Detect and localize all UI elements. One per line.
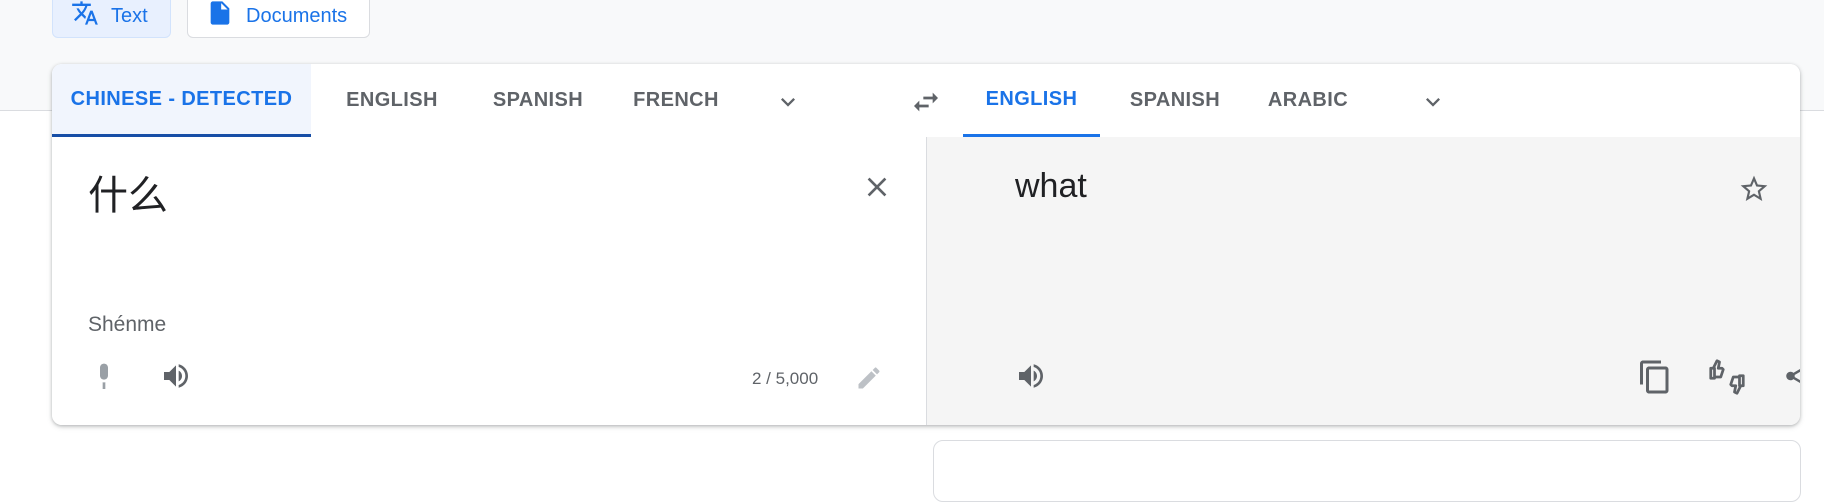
source-transliteration: Shénme (88, 313, 167, 336)
source-lang-french[interactable]: FRENCH (614, 64, 738, 137)
text-mode-button[interactable]: Text (52, 0, 171, 38)
target-lang-spanish[interactable]: SPANISH (1114, 64, 1236, 137)
source-more-languages-chevron-down-icon[interactable] (774, 88, 802, 116)
target-lang-arabic[interactable]: ARABIC (1250, 64, 1366, 137)
documents-mode-button[interactable]: Documents (187, 0, 371, 38)
language-bar: CHINESE - DETECTED ENGLISH SPANISH FRENC… (52, 64, 1800, 138)
source-lang-spanish[interactable]: SPANISH (476, 64, 600, 137)
source-text-input[interactable]: 什么 (88, 163, 168, 221)
translate-icon (71, 0, 99, 33)
target-pane: what (927, 137, 1800, 425)
target-more-languages-chevron-down-icon[interactable] (1419, 88, 1447, 116)
edit-pencil-icon[interactable] (855, 364, 883, 392)
rate-translation-thumbs-icon[interactable] (1707, 357, 1747, 397)
microphone-icon[interactable] (88, 360, 120, 394)
save-translation-star-icon[interactable] (1738, 173, 1770, 205)
document-icon (206, 0, 234, 33)
translation-output: what (1015, 167, 1087, 205)
listen-source-speaker-icon[interactable] (160, 360, 192, 392)
source-lang-detected[interactable]: CHINESE - DETECTED (52, 64, 311, 137)
swap-languages-icon[interactable] (910, 86, 942, 118)
target-lang-english[interactable]: ENGLISH (963, 64, 1100, 137)
documents-mode-label: Documents (246, 4, 348, 27)
listen-translation-speaker-icon[interactable] (1015, 360, 1047, 392)
text-mode-label: Text (111, 4, 148, 27)
secondary-card (933, 440, 1801, 502)
source-lang-english[interactable]: ENGLISH (338, 64, 446, 137)
clear-source-close-icon[interactable] (861, 171, 893, 203)
translation-card: CHINESE - DETECTED ENGLISH SPANISH FRENC… (52, 64, 1800, 425)
share-translation-icon[interactable] (1782, 359, 1800, 393)
copy-translation-icon[interactable] (1637, 359, 1673, 395)
source-pane: 什么 Shénme 2 / 5,000 (52, 137, 927, 425)
character-count: 2 / 5,000 (752, 369, 819, 388)
